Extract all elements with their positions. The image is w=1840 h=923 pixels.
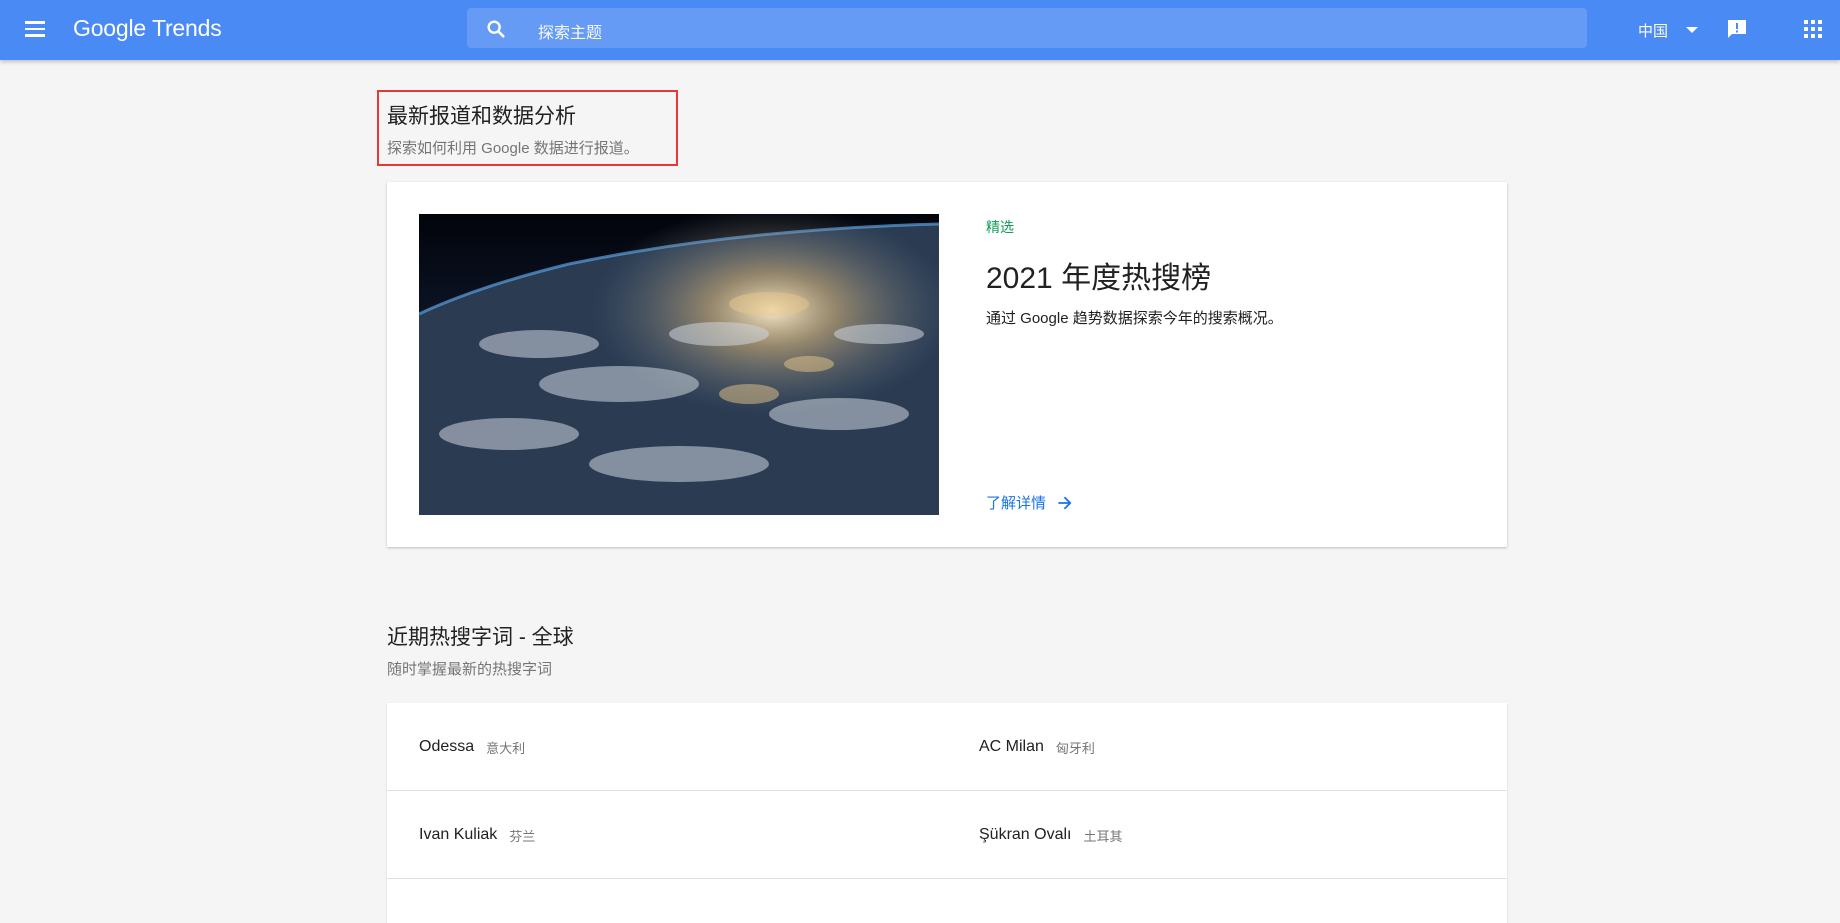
logo-google-text: Google	[73, 15, 146, 41]
region-label: 中国	[1638, 22, 1669, 40]
featured-label: 精选	[986, 219, 1014, 235]
trending-country: 意大利	[486, 740, 526, 756]
chevron-down-icon	[1686, 27, 1699, 33]
arrow-forward-icon	[1058, 496, 1072, 509]
trending-term: Ivan Kuliak	[419, 826, 498, 843]
trending-term: Odessa	[419, 738, 475, 755]
learn-more-label: 了解详情	[986, 495, 1047, 512]
search-icon	[487, 20, 505, 38]
trending-item[interactable]: Ivan Kuliak 芬兰	[419, 791, 535, 879]
trending-searches-list: Odessa 意大利 AC Milan 匈牙利 Ivan Kuliak 芬兰 Ş…	[387, 703, 1507, 923]
trending-term: AC Milan	[979, 738, 1044, 755]
search-placeholder: 探索主题	[538, 25, 603, 42]
earth-from-space-image	[419, 214, 939, 515]
hamburger-menu-icon[interactable]	[22, 16, 48, 42]
section-subtitle: 探索如何利用 Google 数据进行报道。	[387, 140, 639, 157]
section-title: 近期热搜字词 - 全球	[387, 626, 574, 649]
trending-term: Şükran Ovalı	[979, 826, 1072, 843]
section-subtitle: 随时掌握最新的热搜字词	[387, 661, 553, 678]
featured-description: 通过 Google 趋势数据探索今年的搜索概况。	[986, 310, 1283, 327]
learn-more-link[interactable]: 了解详情	[986, 492, 1074, 513]
trending-section-header: 近期热搜字词 - 全球 随时掌握最新的热搜字词	[387, 621, 574, 679]
feedback-icon[interactable]	[1725, 17, 1749, 41]
trending-item[interactable]: AC Milan 匈牙利	[979, 703, 1095, 791]
trending-item[interactable]: Odessa 意大利	[419, 703, 525, 791]
top-app-bar: Google Trends 探索主题 中国	[0, 0, 1840, 60]
logo-trends-text: Trends	[151, 15, 222, 41]
table-row: Odessa 意大利 AC Milan 匈牙利	[387, 703, 1507, 791]
section-title: 最新报道和数据分析	[387, 105, 576, 128]
featured-section-header: 最新报道和数据分析 探索如何利用 Google 数据进行报道。	[387, 100, 639, 158]
trending-country: 土耳其	[1083, 828, 1123, 844]
region-selector[interactable]: 中国	[1638, 18, 1699, 42]
search-input[interactable]: 探索主题	[467, 8, 1587, 48]
featured-title: 2021 年度热搜榜	[986, 262, 1212, 295]
trending-country: 芬兰	[509, 828, 536, 844]
trending-country: 匈牙利	[1055, 740, 1095, 756]
apps-grid-icon[interactable]	[1803, 19, 1823, 39]
trending-item[interactable]: Şükran Ovalı 土耳其	[979, 791, 1123, 879]
featured-story-card[interactable]: 精选 2021 年度热搜榜 通过 Google 趋势数据探索今年的搜索概况。 了…	[387, 182, 1507, 547]
google-trends-logo[interactable]: Google Trends	[73, 15, 222, 45]
table-row: Ivan Kuliak 芬兰 Şükran Ovalı 土耳其	[387, 791, 1507, 879]
earth-illustration	[419, 214, 939, 515]
